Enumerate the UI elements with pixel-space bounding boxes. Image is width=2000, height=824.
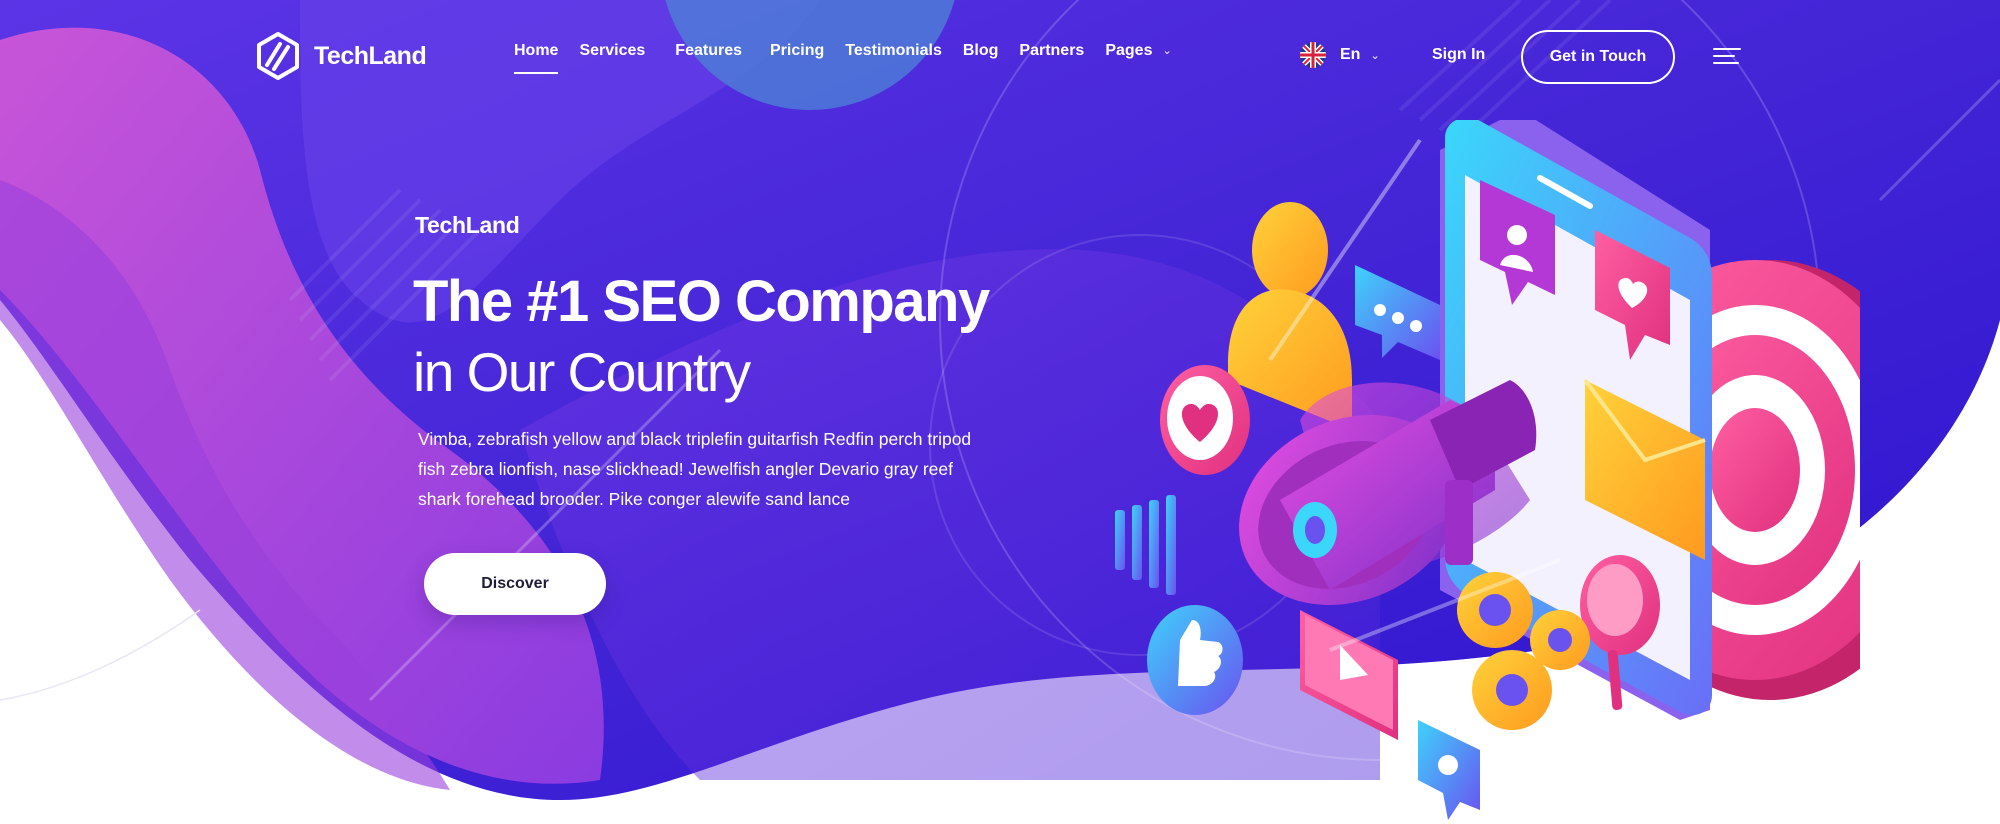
chat-bubble-icon — [1355, 265, 1440, 360]
hero-subtitle: in Our Country — [413, 341, 751, 403]
nav-item-services[interactable]: Services — [579, 42, 645, 60]
hero-description: Vimba, zebrafish yellow and black triple… — [418, 429, 972, 509]
nav-item-features[interactable]: Features — [675, 42, 742, 60]
seo-illustration — [1115, 120, 1860, 820]
nav-item-pages-label: Pages — [1105, 42, 1153, 59]
language-selector[interactable]: En ⌄ — [1300, 42, 1380, 68]
bar-chart-icon — [1115, 495, 1176, 595]
heart-icon — [1160, 365, 1250, 475]
menu-line — [1713, 62, 1739, 64]
get-in-touch-button[interactable]: Get in Touch — [1521, 30, 1675, 84]
uk-flag-icon — [1300, 42, 1326, 68]
hero-title: The #1 SEO Company — [413, 269, 990, 334]
discover-button[interactable]: Discover — [424, 553, 606, 615]
nav-item-testimonials[interactable]: Testimonials — [845, 42, 942, 60]
brand-name: TechLand — [314, 41, 427, 70]
nav-item-partners[interactable]: Partners — [1019, 42, 1084, 60]
language-label: En — [1340, 46, 1361, 63]
menu-line — [1713, 55, 1735, 57]
brand-link[interactable]: TechLand — [256, 32, 427, 80]
nav-item-home[interactable]: Home — [514, 42, 559, 74]
nav-item-blog[interactable]: Blog — [963, 42, 999, 60]
hexagon-stripes-logo-icon — [257, 32, 299, 80]
menu-line — [1713, 48, 1741, 50]
main-nav: Home Services Features Pricing Testimoni… — [514, 42, 1193, 74]
chevron-down-icon: ⌄ — [1162, 45, 1172, 57]
location-pin-icon — [1418, 720, 1480, 820]
sign-in-link[interactable]: Sign In — [1432, 46, 1485, 64]
hero-eyebrow: TechLand — [415, 212, 520, 238]
like-icon — [1147, 605, 1243, 715]
nav-item-pricing[interactable]: Pricing — [770, 42, 824, 60]
nav-item-pages[interactable]: Pages ⌄ — [1105, 42, 1171, 60]
chevron-down-icon: ⌄ — [1370, 49, 1380, 62]
hamburger-menu-icon[interactable] — [1713, 48, 1741, 64]
site-header: TechLand Home Services Features Pricing … — [0, 0, 2000, 115]
